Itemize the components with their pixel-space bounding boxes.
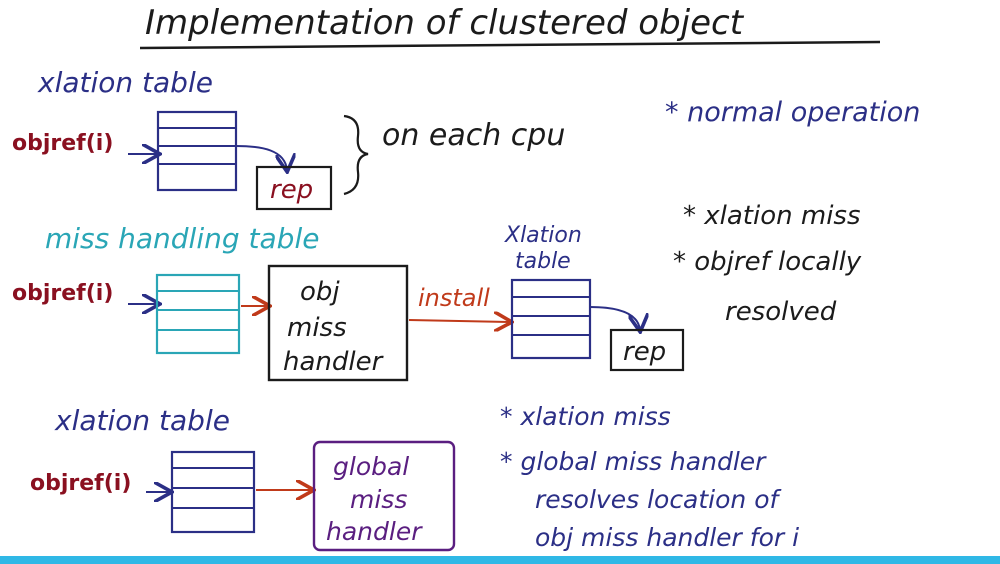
xlation-label-line-1: Xlation [504, 223, 582, 248]
miss-handling-table-label: miss handling table [45, 222, 319, 255]
rep-label: rep [623, 337, 666, 367]
note-xlation-miss: * xlation miss [683, 201, 861, 231]
global-handler-line-3: handler [326, 517, 423, 546]
global-handler-line-2: miss [350, 485, 407, 514]
global-handler-line-1: global [333, 452, 409, 481]
rep-box: rep [255, 165, 333, 211]
entry-to-rep-arrow [589, 306, 640, 330]
bottom-progress-bar [0, 556, 1000, 564]
handler-line-3: handler [283, 347, 385, 377]
handler-line-1: obj [300, 277, 340, 307]
diagram-canvas: Implementation of clustered object xlati… [12, 3, 920, 552]
obj-miss-handler-box: obj miss handler [267, 264, 409, 382]
xlation-table [170, 450, 256, 534]
xlation-label-line-2: table [515, 249, 571, 274]
rep-box: rep [609, 328, 685, 372]
section-local-miss: miss handling table objref(i) obj miss h… [12, 201, 862, 382]
install-label: install [418, 284, 490, 312]
rep-label: rep [270, 175, 313, 205]
xlation-table-label: xlation table [54, 404, 230, 437]
handler-line-2: miss [287, 313, 347, 343]
note-xlation-miss: * xlation miss [500, 402, 671, 431]
objref-label: objref(i) [12, 131, 113, 156]
note-global-miss-handler: * global miss handler [500, 447, 767, 476]
page-title: Implementation of clustered object [145, 3, 745, 43]
normal-operation-note: * normal operation [665, 97, 920, 128]
section-global-miss: xlation table objref(i) global miss hand… [30, 402, 799, 552]
xlation-table [156, 110, 238, 192]
objref-label: objref(i) [30, 471, 131, 496]
note-resolves-location: resolves location of [535, 485, 782, 514]
note-resolved: resolved [725, 297, 837, 327]
brace-note: on each cpu [382, 118, 565, 153]
install-arrow [408, 320, 510, 322]
xlation-table [510, 278, 592, 360]
note-objref-locally: * objref locally [673, 247, 862, 277]
global-miss-handler-box: global miss handler [312, 440, 456, 552]
xlation-table-label: xlation table [37, 66, 213, 99]
section-normal-operation: xlation table objref(i) rep on each cpu … [12, 66, 920, 211]
objref-label: objref(i) [12, 281, 113, 306]
right-brace [343, 114, 369, 196]
note-obj-miss-handler-for-i: obj miss handler for i [535, 523, 799, 552]
miss-handling-table [155, 273, 241, 355]
